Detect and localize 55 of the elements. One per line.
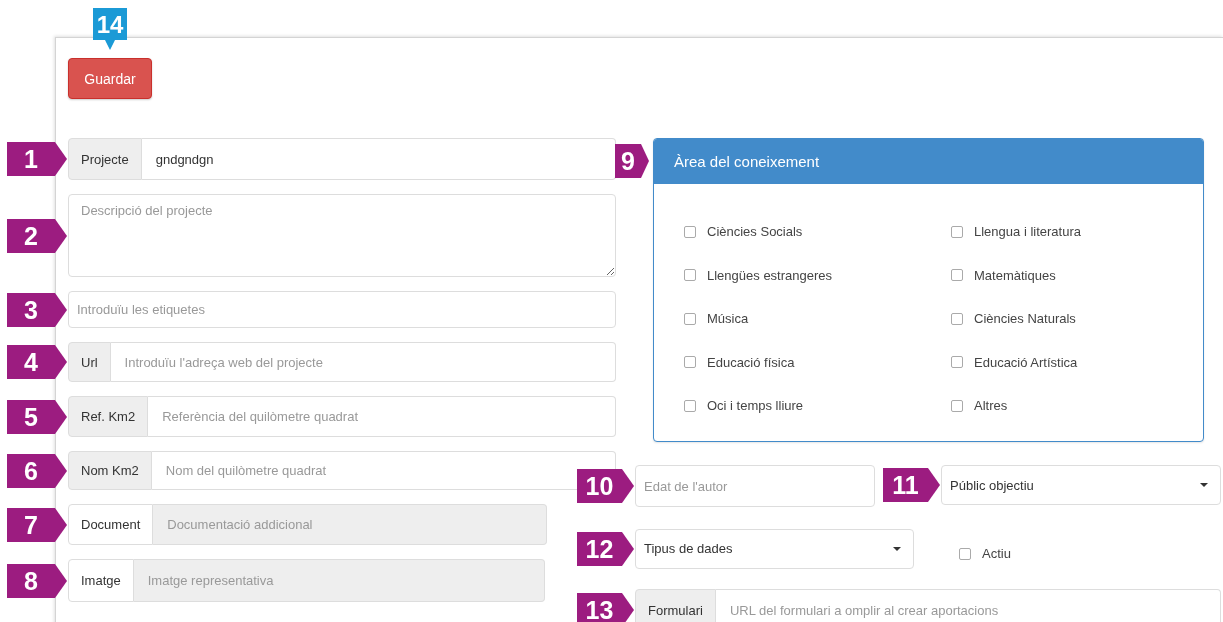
callout-marker: 2	[7, 218, 67, 253]
field-label: Url	[68, 342, 111, 382]
field-label: Imatge	[68, 559, 134, 602]
checkbox-label: Educació física	[707, 354, 795, 370]
callout-marker: 5	[7, 399, 67, 434]
audience-select[interactable]: Públic objectiu	[941, 465, 1221, 505]
text-field[interactable]: Introduïu l'adreça web del projecte	[110, 342, 616, 382]
callout-marker: 6	[7, 453, 67, 488]
checkbox[interactable]	[684, 399, 696, 412]
checkbox-label: Educació Artística	[974, 354, 1078, 370]
checkbox[interactable]	[951, 399, 963, 412]
callout-marker: 11	[883, 468, 940, 502]
checkbox-label: Ciències Naturals	[974, 311, 1076, 327]
callout-marker: 10	[577, 469, 634, 503]
checkbox[interactable]	[951, 269, 963, 282]
callout-marker: 7	[7, 507, 67, 542]
checkbox-label: Ciències Socials	[707, 224, 803, 240]
checkbox[interactable]	[684, 356, 696, 369]
callout-marker: 13	[577, 593, 634, 622]
checkbox-label: Oci i temps lliure	[707, 398, 804, 414]
text-field[interactable]: URL del formulari a omplir al crear aportacions	[715, 588, 1221, 622]
callout-marker: 1	[7, 142, 67, 176]
field-label: Document	[68, 504, 154, 545]
callout-marker: 4	[7, 345, 67, 379]
checkbox[interactable]	[684, 225, 696, 238]
checkbox-label: Matemàtiques	[974, 267, 1056, 283]
checkbox[interactable]	[951, 225, 963, 238]
description-field[interactable]: Descripció del projecte	[68, 194, 616, 277]
checkbox[interactable]	[951, 312, 963, 325]
callout-marker: 8	[7, 563, 67, 598]
checkbox[interactable]	[951, 356, 963, 369]
text-field[interactable]: gndgndgn	[141, 138, 616, 180]
callout-marker: 3	[7, 292, 67, 327]
author-age-field[interactable]: Edat de l'autor	[635, 465, 875, 507]
checkbox-label: Música	[707, 311, 749, 327]
save-button[interactable]: Guardar	[68, 58, 152, 99]
callout-marker: 14	[93, 8, 127, 50]
field-label: Ref. Km2	[68, 396, 149, 437]
checkbox-label: Actiu	[982, 546, 1011, 562]
checkbox-label: Llengua i literatura	[974, 224, 1081, 240]
checkbox[interactable]	[684, 269, 696, 282]
data-type-select[interactable]: Tipus de dades	[635, 528, 914, 569]
checkbox[interactable]	[684, 312, 696, 325]
callout-marker: 12	[577, 531, 634, 566]
panel-title: Àrea del coneixement	[654, 139, 1203, 184]
caret-icon	[893, 546, 901, 551]
field-label: Formulari	[635, 588, 716, 622]
caret-icon	[1200, 483, 1208, 487]
text-field[interactable]: Referència del quilòmetre quadrat	[148, 396, 616, 437]
field-label: Projecte	[68, 138, 142, 180]
checkbox[interactable]	[959, 547, 971, 560]
tags-field[interactable]: Introduïu les etiquetes	[68, 291, 616, 328]
checkbox-label: Llengües estrangeres	[707, 267, 833, 283]
checkbox-label: Altres	[974, 398, 1008, 414]
field-label: Nom Km2	[68, 451, 152, 490]
